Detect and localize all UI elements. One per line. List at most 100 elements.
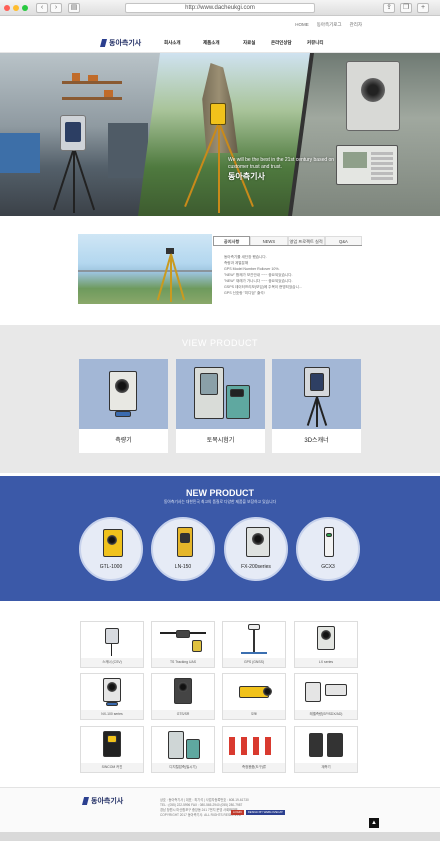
grid-item[interactable]: 계측기 [294, 726, 358, 773]
scanner-body [105, 628, 119, 644]
grid-item[interactable]: 디지털압축(밀시기) [151, 726, 215, 773]
grid-item[interactable]: 오토 [222, 673, 286, 720]
new-product-section: NEW PRODUCT 동아측기사는 대한민국 최고의 품질로 다양한 제품을 … [0, 476, 440, 601]
nav-item-company[interactable]: 회사소개 [164, 40, 181, 46]
product-label: GCX3 [321, 564, 335, 570]
grid-item[interactable]: 레벨측량(SP/SDX/AD) [294, 673, 358, 720]
utility-links: HOME 동아측기로그 관리자 [295, 22, 362, 28]
tripod-leg [74, 150, 96, 211]
product-box [72, 73, 80, 81]
section-title: VIEW PRODUCT [181, 338, 258, 348]
bridge [78, 270, 212, 272]
design-badge[interactable]: DESIGN BY WEBLOVECAT [245, 810, 285, 815]
grid-item[interactable]: 측정용품(도구)류 [222, 726, 286, 773]
product-image [223, 622, 285, 658]
footer-logo[interactable]: 동아측기사 [82, 796, 123, 806]
product-image [79, 359, 168, 429]
close-window-button[interactable] [4, 5, 10, 11]
product-label: FX-200series [241, 564, 271, 570]
scroll-top-button[interactable]: ▲ [369, 818, 379, 828]
press-frame [200, 373, 218, 395]
product-card-3d-scanner[interactable]: 3D스캐너 [272, 359, 361, 453]
new-product-gtl-1000[interactable]: GTL-1000 [79, 517, 143, 581]
shelf [62, 97, 122, 100]
util-home-link[interactable]: HOME [295, 22, 309, 28]
product-card-civil-testing[interactable]: 토목시험기 [176, 359, 265, 453]
lens [115, 379, 129, 393]
scanner-face [310, 373, 324, 391]
company-info: 상호 : 동아측기사 | 대표 : 최기석 | 사업자등록번호 : 608-19… [160, 798, 310, 818]
nav-item-community[interactable]: 커뮤니티 [307, 40, 324, 46]
tripod-leg [170, 253, 185, 301]
grid-label: LX series [295, 658, 357, 667]
product-image [152, 727, 214, 763]
display-screen [343, 152, 367, 168]
level-b [325, 684, 347, 696]
grid-label: SINCOM 커진 [81, 763, 143, 772]
hero-mountain-photo [138, 53, 310, 216]
instrument-base [106, 702, 118, 706]
grid-item[interactable]: 스캐너 (CSV) [80, 621, 144, 668]
grid-item[interactable]: NX-100 series [80, 673, 144, 720]
product-box [104, 90, 113, 97]
util-admin-link[interactable]: 관리자 [350, 22, 362, 28]
product-label: LN-150 [174, 564, 192, 570]
nav-item-resources[interactable]: 자료실 [243, 40, 255, 46]
url-field[interactable]: http://www.dacheukgi.com [125, 3, 315, 13]
login-badge[interactable]: LOGIN [231, 810, 244, 815]
tab-projects[interactable]: 영업 프로젝트 실적 [287, 236, 325, 245]
product-label: 토목시험기 [206, 438, 235, 444]
product-box [88, 75, 98, 81]
hero-tagline: We will be the best in the 21st century … [228, 157, 335, 170]
notice-photo [78, 234, 212, 304]
product-image [152, 674, 214, 710]
tab-qna[interactable]: Q&A [324, 236, 362, 245]
tab-notice[interactable]: 공지사항 [213, 236, 251, 245]
tab-news[interactable]: NEWS [250, 236, 288, 245]
minimize-window-button[interactable] [13, 5, 19, 11]
list-item[interactable]: GPS 신호랑 "미디엄" 출석! [224, 290, 354, 296]
share-icon[interactable]: ⇪ [383, 3, 395, 13]
section-title: NEW PRODUCT [186, 488, 254, 498]
nav-item-products[interactable]: 제품소개 [203, 40, 220, 46]
grid-label: 스캐너 (CSV) [81, 658, 143, 667]
browser-toolbar: ‹ › ▤ http://www.dacheukgi.com ⇪ ❐ + [0, 0, 440, 16]
forward-button[interactable]: › [50, 3, 62, 13]
grid-item[interactable]: SINCOM 커진 [80, 726, 144, 773]
grid-item[interactable]: GPS (GNSS) [222, 621, 286, 668]
new-product-ln-150[interactable]: LN-150 [151, 517, 215, 581]
product-image [81, 727, 143, 763]
product-image [81, 674, 143, 710]
grid-item[interactable]: GTS/SR [151, 673, 215, 720]
new-product-gcx3[interactable]: GCX3 [296, 517, 360, 581]
total-station-yellow [210, 103, 226, 125]
grid-item[interactable]: LX series [294, 621, 358, 668]
new-tab-icon[interactable]: + [417, 3, 429, 13]
footer-badges: LOGIN DESIGN BY WEBLOVECAT [231, 810, 285, 815]
product-label: 3D스캐너 [304, 438, 329, 444]
back-button[interactable]: ‹ [36, 3, 48, 13]
sidebar-icon[interactable]: ▤ [68, 3, 80, 13]
hero-instrument-photo [292, 53, 440, 216]
grid-item[interactable]: TS Tracking UAS [151, 621, 215, 668]
nav-item-consult[interactable]: 온라인상담 [271, 40, 292, 46]
instrument-body [192, 640, 202, 652]
status-light [326, 533, 332, 537]
product-image [81, 622, 143, 658]
tripod-leg [111, 644, 112, 656]
maximize-window-button[interactable] [22, 5, 28, 11]
shelf [62, 81, 122, 84]
tabs-icon[interactable]: ❐ [400, 3, 412, 13]
tripod-leg [52, 150, 74, 211]
product-label: 측량기 [115, 438, 132, 444]
site-logo[interactable]: 동아측기사 [100, 38, 141, 48]
product-card-surveying[interactable]: 측량기 [79, 359, 168, 453]
grid-label: 디지털압축(밀시기) [152, 763, 214, 772]
laser-scanner [60, 115, 86, 151]
lens [252, 533, 264, 545]
display-cabinet [0, 133, 40, 173]
util-blog-link[interactable]: 동아측기로그 [317, 22, 342, 28]
lens [178, 682, 188, 692]
display-cabinet [108, 123, 148, 178]
new-product-fx-200series[interactable]: FX-200series [224, 517, 288, 581]
